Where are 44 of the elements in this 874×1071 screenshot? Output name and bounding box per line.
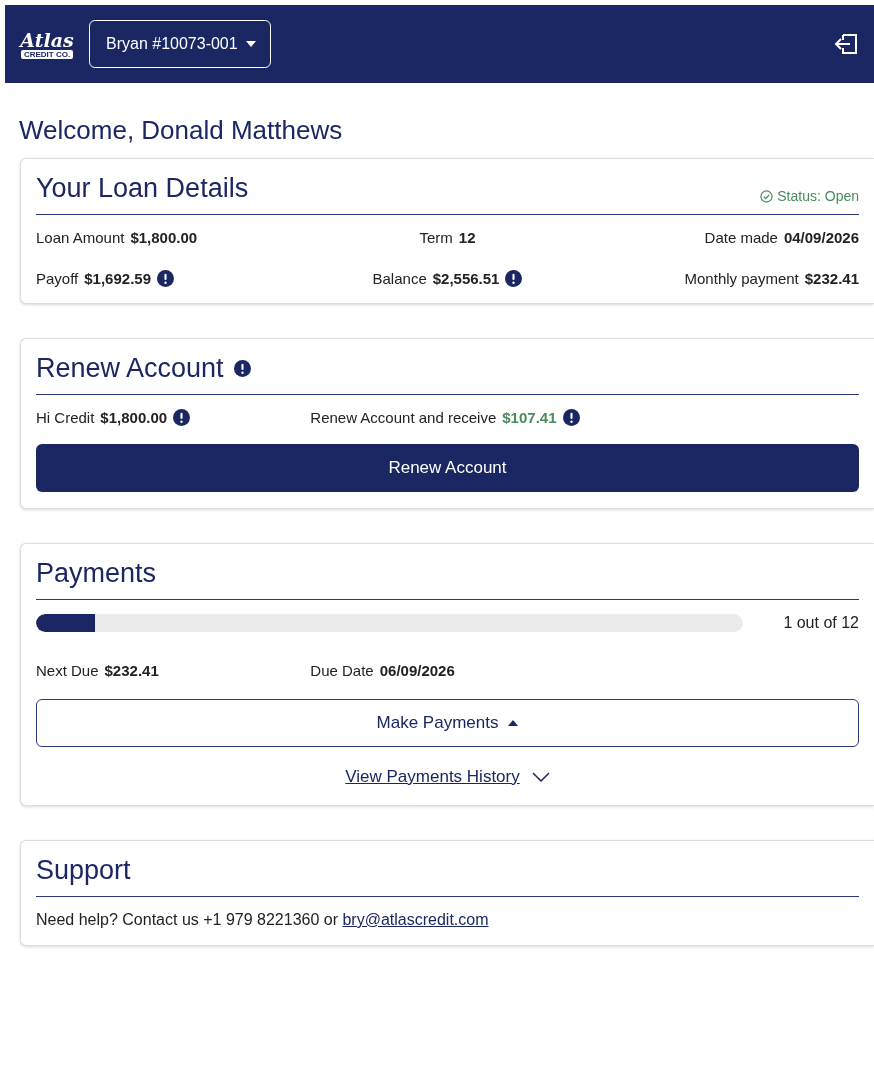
field-value: 04/09/2026 xyxy=(783,229,859,246)
field-value: 12 xyxy=(458,229,476,246)
card-title: Support xyxy=(36,855,131,886)
info-icon[interactable] xyxy=(505,270,523,287)
caret-icon xyxy=(508,720,519,726)
field-label: Term xyxy=(419,229,453,246)
field-value: $232.41 xyxy=(104,662,159,679)
card-title: Your Loan Details xyxy=(36,173,249,204)
field-label: Balance xyxy=(372,270,427,287)
make-payments-button[interactable]: Make Payments xyxy=(36,699,859,747)
field-label: Renew Account and receive xyxy=(310,409,497,426)
chevron-down-icon[interactable] xyxy=(531,772,550,782)
email-link[interactable]: bry@atlascredit.com xyxy=(342,911,489,928)
card-title: Payments xyxy=(36,558,157,589)
welcome-heading: Welcome, Donald Matthews xyxy=(19,115,344,146)
renew-account-button[interactable]: Renew Account xyxy=(36,444,859,492)
field-value: $1,800.00 xyxy=(100,409,168,426)
field-label: Hi Credit xyxy=(36,409,95,426)
field-value: 06/09/2026 xyxy=(379,662,455,679)
info-icon[interactable] xyxy=(233,360,251,377)
progress-text: 1 out of 12 xyxy=(783,614,859,632)
field-label: Due Date xyxy=(310,662,374,679)
info-icon[interactable] xyxy=(173,409,191,426)
field-label: Date made xyxy=(704,229,778,246)
support-text: Need help? Contact us +1 979 8221360 or bry@atlascredit.com xyxy=(36,911,490,929)
logo: Atlas CREDIT CO. xyxy=(19,29,75,59)
field-label: Monthly payment xyxy=(684,270,799,287)
field-label: Loan Amount xyxy=(36,229,125,246)
card-title: Renew Account xyxy=(36,353,224,384)
logout-icon[interactable] xyxy=(834,33,858,55)
field-value: $1,692.59 xyxy=(84,270,151,287)
caret-icon xyxy=(245,41,256,47)
info-icon[interactable] xyxy=(157,270,174,287)
info-icon[interactable] xyxy=(562,409,580,426)
field-label: Next Due xyxy=(36,662,99,679)
payments-history-link[interactable]: View Payments History xyxy=(345,767,520,787)
field-value: $232.41 xyxy=(804,270,859,287)
account-dropdown[interactable]: Bryan #10073-001 xyxy=(89,20,271,68)
check-circle-icon xyxy=(760,189,774,203)
field-value: $1,800.00 xyxy=(130,229,198,246)
field-value: $2,556.51 xyxy=(432,270,500,287)
field-label: Payoff xyxy=(36,270,79,287)
field-value: $107.41 xyxy=(502,409,557,426)
status-label: Status: Open xyxy=(777,188,859,204)
